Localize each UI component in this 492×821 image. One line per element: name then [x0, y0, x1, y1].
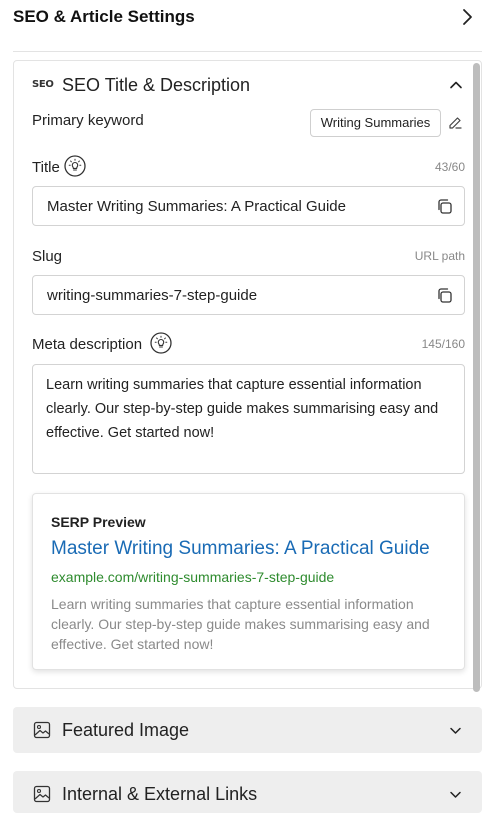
seo-panel: SEO SEO Title & Description Primary keyw… — [13, 60, 482, 689]
meta-description-value: Learn writing summaries that capture ess… — [46, 377, 439, 441]
primary-keyword-label: Primary keyword — [32, 112, 144, 129]
scrollbar[interactable] — [473, 63, 480, 692]
primary-keyword-chip[interactable]: Writing Summaries — [310, 109, 441, 137]
pencil-icon[interactable] — [448, 115, 463, 130]
title-label: Title — [32, 159, 60, 176]
seo-icon: SEO — [32, 79, 54, 90]
meta-description-label: Meta description — [32, 336, 143, 353]
serp-preview-title: Master Writing Summaries: A Practical Gu… — [51, 538, 430, 559]
title-char-counter: 43/60 — [434, 160, 465, 174]
links-section-title: Internal & External Links — [62, 784, 258, 804]
serp-preview-url: example.com/writing-summaries-7-step-gui… — [51, 569, 335, 585]
slug-input[interactable]: writing-summaries-7-step-guide — [32, 275, 465, 315]
lightbulb-icon[interactable] — [64, 155, 86, 177]
image-icon — [33, 785, 51, 803]
settings-header[interactable]: SEO & Article Settings — [0, 0, 492, 40]
image-icon — [33, 721, 51, 739]
chevron-down-icon[interactable] — [449, 788, 462, 801]
lightbulb-icon[interactable] — [150, 332, 172, 354]
featured-image-section[interactable]: Featured Image — [13, 707, 482, 753]
title-input[interactable]: Master Writing Summaries: A Practical Gu… — [32, 186, 465, 226]
slug-hint: URL path — [414, 249, 465, 263]
chevron-right-icon[interactable] — [458, 8, 476, 26]
serp-preview-description: Learn writing summaries that capture ess… — [51, 596, 430, 652]
seo-panel-header[interactable]: SEO SEO Title & Description — [32, 75, 462, 97]
featured-image-title: Featured Image — [62, 720, 190, 740]
slug-input-value: writing-summaries-7-step-guide — [47, 287, 258, 304]
slug-label: Slug — [32, 248, 63, 265]
header-divider — [13, 51, 482, 52]
serp-preview-label: SERP Preview — [51, 514, 146, 530]
meta-description-textarea[interactable]: Learn writing summaries that capture ess… — [32, 364, 465, 474]
title-input-value: Master Writing Summaries: A Practical Gu… — [47, 198, 346, 215]
seo-panel-title: SEO Title & Description — [62, 75, 251, 95]
copy-icon[interactable] — [436, 287, 453, 304]
chevron-up-icon[interactable] — [449, 78, 463, 92]
copy-icon[interactable] — [436, 198, 453, 215]
chevron-down-icon[interactable] — [449, 724, 462, 737]
serp-preview-card: SERP Preview Master Writing Summaries: A… — [32, 493, 465, 670]
links-section[interactable]: Internal & External Links — [13, 771, 482, 813]
settings-title: SEO & Article Settings — [13, 7, 195, 26]
meta-char-counter: 145/160 — [421, 337, 465, 351]
